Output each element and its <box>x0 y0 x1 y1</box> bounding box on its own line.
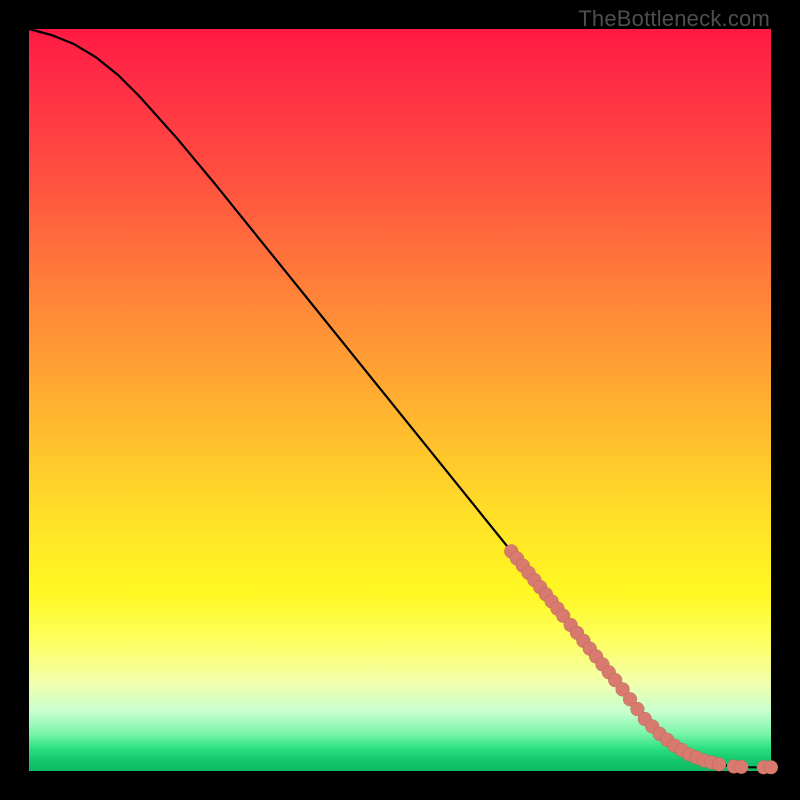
curve-line <box>29 29 771 767</box>
chart-frame: TheBottleneck.com <box>0 0 800 800</box>
data-marker <box>712 757 726 771</box>
curve-svg <box>29 29 771 771</box>
data-marker <box>764 760 778 774</box>
marker-group <box>504 544 778 774</box>
data-marker <box>734 760 748 774</box>
plot-area <box>29 29 771 771</box>
